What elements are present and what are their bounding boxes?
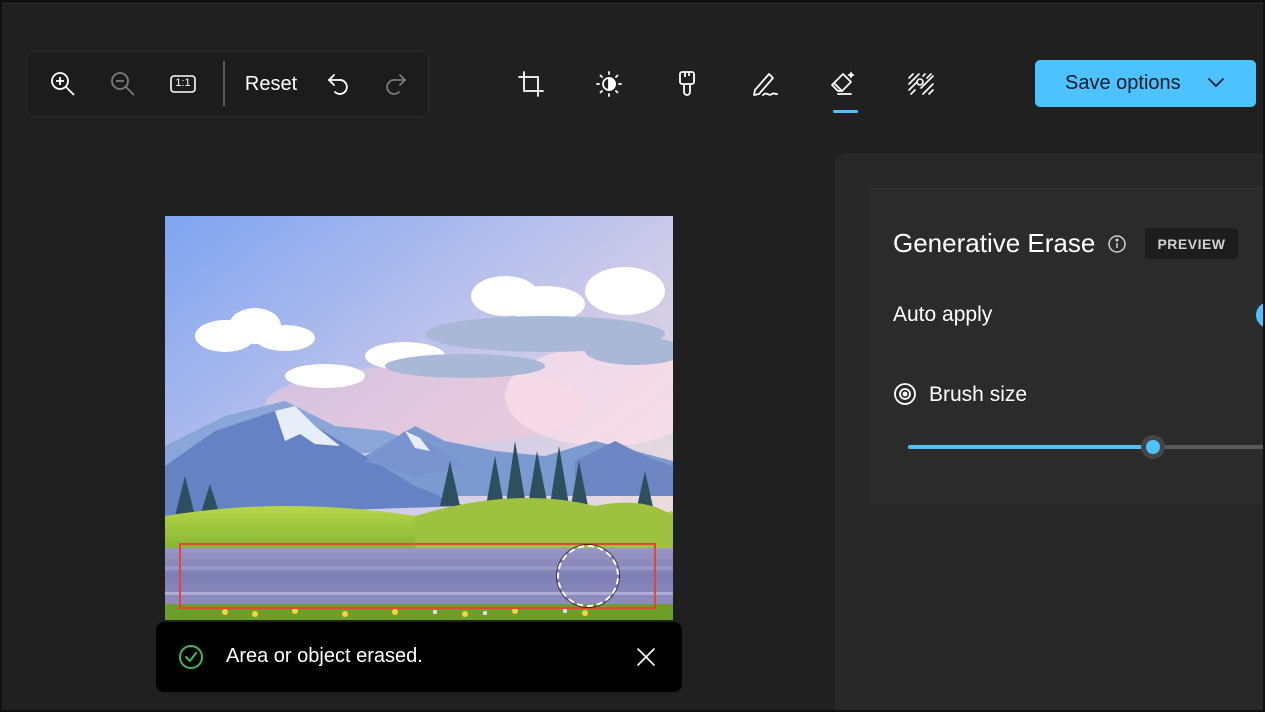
- brush-size-thumb[interactable]: [1140, 435, 1165, 459]
- brush-size-fill: [908, 445, 1153, 449]
- pen-icon: [753, 73, 778, 96]
- background-icon: [908, 73, 934, 95]
- zoom-out-icon: [111, 72, 135, 96]
- toast-message: Area or object erased.: [226, 645, 423, 667]
- zoom-in-button[interactable]: [43, 64, 83, 104]
- auto-apply-label: Auto apply: [893, 303, 993, 326]
- save-options-label: Save options: [1065, 72, 1181, 94]
- preview-badge: PREVIEW: [1145, 228, 1238, 259]
- erase-tool-button[interactable]: [823, 64, 863, 104]
- save-options-button[interactable]: Save options: [1035, 60, 1256, 107]
- eraser-icon: [831, 71, 855, 95]
- brush-cursor: [557, 545, 619, 607]
- redo-icon: [386, 74, 406, 95]
- adjust-tool-button[interactable]: [589, 64, 629, 104]
- undo-button[interactable]: [318, 64, 358, 104]
- actual-size-label: 1:1: [175, 77, 191, 89]
- redo-button[interactable]: [376, 64, 416, 104]
- crop-tool-button[interactable]: [511, 64, 551, 104]
- actual-size-button[interactable]: 1:1: [163, 64, 203, 104]
- view-toolbar: [26, 51, 429, 117]
- active-tool-indicator: [833, 110, 858, 113]
- reset-button[interactable]: Reset: [238, 64, 304, 104]
- info-icon[interactable]: [1107, 234, 1127, 254]
- markup-tool-button[interactable]: [745, 64, 785, 104]
- brush-size-label: Brush size: [929, 383, 1028, 406]
- crop-icon: [518, 71, 544, 97]
- brightness-icon: [596, 71, 622, 97]
- brush-filter-icon: [679, 71, 695, 96]
- zoom-out-button[interactable]: [103, 64, 143, 104]
- title-bar: [0, 0, 1265, 4]
- panel-title: Generative Erase: [893, 228, 1096, 258]
- check-circle-icon: [179, 645, 203, 669]
- chevron-down-icon: [1208, 78, 1224, 88]
- background-tool-button[interactable]: [901, 64, 941, 104]
- undo-icon: [328, 74, 348, 95]
- target-icon: [894, 383, 916, 405]
- zoom-in-icon: [51, 72, 75, 96]
- close-icon[interactable]: [634, 645, 658, 669]
- toolbar-divider: [223, 61, 225, 106]
- filter-tool-button[interactable]: [667, 64, 707, 104]
